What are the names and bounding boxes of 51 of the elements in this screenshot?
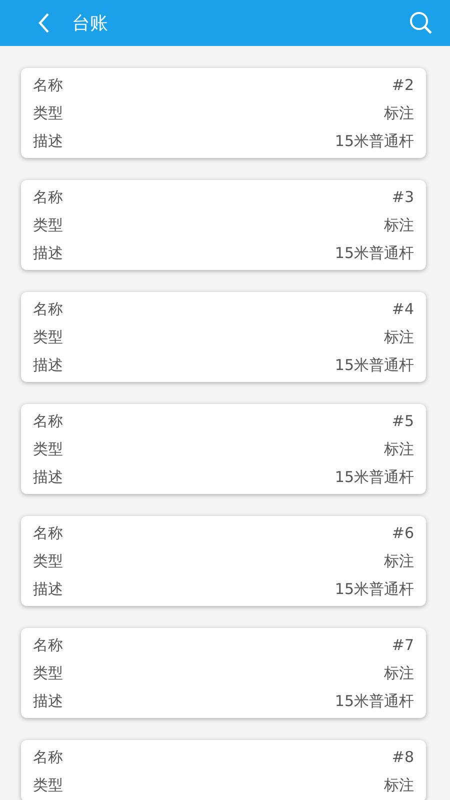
field-value: 15米普通杆: [334, 132, 414, 150]
field-label: 类型: [33, 776, 63, 794]
search-button[interactable]: [408, 10, 434, 36]
field-label: 名称: [33, 636, 63, 654]
field-value: #6: [392, 524, 414, 542]
field-value: #4: [392, 300, 414, 318]
field-value: 15米普通杆: [334, 244, 414, 262]
field-label: 名称: [33, 76, 63, 94]
record-card[interactable]: 名称 #4 类型 标注 描述 15米普通杆: [21, 292, 426, 382]
record-card[interactable]: 名称 #6 类型 标注 描述 15米普通杆: [21, 516, 426, 606]
record-card[interactable]: 名称 #7 类型 标注 描述 15米普通杆: [21, 628, 426, 718]
field-label: 名称: [33, 412, 63, 430]
field-label: 类型: [33, 664, 63, 682]
field-value: #5: [392, 412, 414, 430]
field-label: 描述: [33, 244, 63, 262]
field-label: 描述: [33, 692, 63, 710]
field-label: 类型: [33, 104, 63, 122]
field-label: 描述: [33, 468, 63, 486]
field-value: 标注: [384, 776, 414, 794]
field-label: 描述: [33, 580, 63, 598]
field-value: 15米普通杆: [334, 580, 414, 598]
field-value: 15米普通杆: [334, 692, 414, 710]
field-label: 类型: [33, 328, 63, 346]
field-value: 标注: [384, 104, 414, 122]
field-value: 标注: [384, 216, 414, 234]
field-label: 类型: [33, 552, 63, 570]
field-value: 标注: [384, 328, 414, 346]
field-value: 标注: [384, 664, 414, 682]
field-value: #7: [392, 636, 414, 654]
page-title: 台账: [72, 12, 109, 35]
record-card[interactable]: 名称 #8 类型 标注: [21, 740, 426, 800]
record-card[interactable]: 名称 #2 类型 标注 描述 15米普通杆: [21, 68, 426, 158]
search-icon: [409, 11, 433, 35]
field-value: 15米普通杆: [334, 356, 414, 374]
field-value: 标注: [384, 440, 414, 458]
record-card[interactable]: 名称 #3 类型 标注 描述 15米普通杆: [21, 180, 426, 270]
field-label: 名称: [33, 300, 63, 318]
field-value: #8: [392, 748, 414, 766]
field-value: 15米普通杆: [334, 468, 414, 486]
field-label: 名称: [33, 524, 63, 542]
field-label: 名称: [33, 748, 63, 766]
record-card[interactable]: 名称 #5 类型 标注 描述 15米普通杆: [21, 404, 426, 494]
field-label: 描述: [33, 132, 63, 150]
field-value: #3: [392, 188, 414, 206]
field-label: 描述: [33, 356, 63, 374]
field-label: 类型: [33, 440, 63, 458]
field-label: 类型: [33, 216, 63, 234]
field-label: 名称: [33, 188, 63, 206]
field-value: 标注: [384, 552, 414, 570]
field-value: #2: [392, 76, 414, 94]
back-icon: [38, 13, 50, 33]
